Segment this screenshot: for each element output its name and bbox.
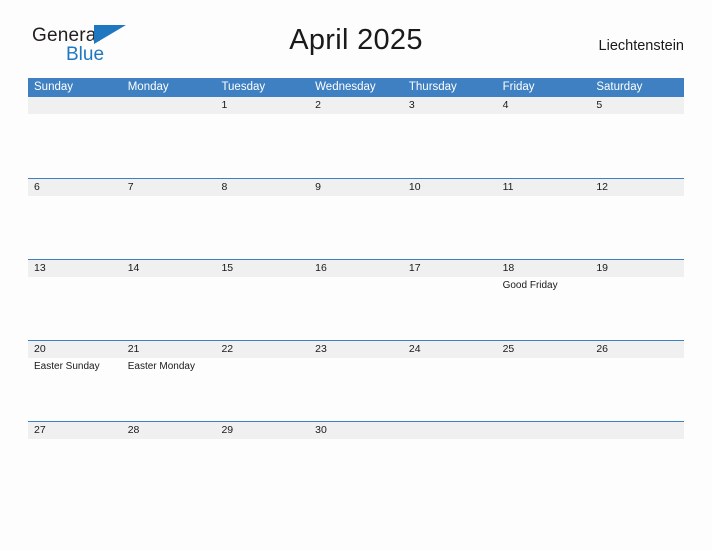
week-cells: 6 7 8 9 10 11 12 — [28, 179, 684, 259]
day-cell-10[interactable]: 10 — [403, 179, 497, 259]
day-number: 2 — [315, 99, 321, 111]
day-number: 15 — [221, 262, 234, 274]
weekday-header-saturday: Saturday — [596, 81, 643, 93]
calendar-week-row: 1 2 3 4 5 — [28, 97, 684, 178]
day-number: 20 — [34, 343, 46, 355]
weekday-header-friday: Friday — [502, 81, 535, 93]
day-number: 26 — [596, 343, 608, 355]
day-cell-empty — [497, 422, 591, 502]
day-number: 17 — [408, 262, 421, 274]
day-cell-15[interactable]: 15 — [215, 260, 309, 340]
day-cell-19[interactable]: 19 — [590, 260, 684, 340]
day-cell-7[interactable]: 7 — [122, 179, 216, 259]
day-cell-3[interactable]: 3 — [403, 97, 497, 178]
day-number: 4 — [502, 99, 509, 111]
day-number — [503, 423, 586, 439]
day-number: 23 — [315, 343, 327, 355]
day-events: Good Friday — [503, 279, 586, 292]
event-label: Good Friday — [502, 280, 558, 291]
day-number — [34, 98, 117, 114]
day-number: 27 — [34, 424, 46, 436]
day-number — [128, 98, 211, 114]
day-number: 22 — [221, 343, 234, 355]
page-title: April 2025 — [289, 24, 423, 56]
day-cell-21[interactable]: 21 Easter Monday — [122, 341, 216, 421]
weekday-header-wednesday: Wednesday — [315, 81, 376, 93]
week-cells: 1 2 3 4 5 — [28, 97, 684, 178]
day-cell-1[interactable]: 1 — [215, 97, 309, 178]
day-number — [409, 423, 492, 439]
day-number: 13 — [34, 262, 46, 274]
day-number: 11 — [502, 181, 514, 193]
day-cell-29[interactable]: 29 — [215, 422, 309, 502]
day-cell-4[interactable]: 4 — [497, 97, 591, 178]
calendar-grid: Sunday Monday Tuesday Wednesday Thursday Frid… — [28, 78, 684, 502]
week-cells: 13 14 15 16 17 18 Good Friday 19 — [28, 260, 684, 340]
day-number: 28 — [127, 424, 140, 436]
day-number: 19 — [596, 262, 608, 274]
day-number: 9 — [315, 181, 321, 193]
calendar-weeks: 1 2 3 4 5 6 7 8 9 10 11 12 13 14 15 16 17 18 Good Friday 19… — [28, 97, 684, 502]
weekday-header-row: Sunday Monday Tuesday Wednesday Thursday Frid… — [28, 78, 684, 97]
day-events: Easter Sunday — [34, 360, 117, 373]
day-cell-22[interactable]: 22 — [215, 341, 309, 421]
day-number: 18 — [502, 262, 515, 274]
calendar-week-row: 27 28 29 30 — [28, 421, 684, 502]
event-label: Easter Monday — [127, 361, 195, 372]
day-cell-17[interactable]: 17 — [403, 260, 497, 340]
event-label: Easter Sunday — [34, 361, 100, 372]
day-cell-20[interactable]: 20 Easter Sunday — [28, 341, 122, 421]
day-cell-23[interactable]: 23 — [309, 341, 403, 421]
day-cell-12[interactable]: 12 — [590, 179, 684, 259]
day-number: 24 — [408, 343, 421, 355]
day-cell-empty — [403, 422, 497, 502]
day-cell-11[interactable]: 11 — [497, 179, 591, 259]
day-number: 7 — [127, 181, 134, 193]
page-header: General Blue April 2025 Liechtenstein — [28, 0, 684, 64]
weekday-header-tuesday: Tuesday — [221, 81, 266, 93]
day-cell-30[interactable]: 30 — [309, 422, 403, 502]
weekday-header-thursday: Thursday — [408, 81, 457, 93]
day-number: 5 — [596, 99, 603, 111]
day-number: 10 — [408, 181, 421, 193]
day-number: 6 — [34, 181, 40, 193]
day-number: 14 — [127, 262, 140, 274]
day-cell-24[interactable]: 24 — [403, 341, 497, 421]
calendar-week-row: 20 Easter Sunday 21 Easter Monday 22 23 24 25 26 — [28, 340, 684, 421]
weekday-header-sunday: Sunday — [34, 81, 74, 93]
day-cell-25[interactable]: 25 — [497, 341, 591, 421]
day-cell-6[interactable]: 6 — [28, 179, 122, 259]
day-cell-13[interactable]: 13 — [28, 260, 122, 340]
day-cell-27[interactable]: 27 — [28, 422, 122, 502]
day-cell-28[interactable]: 28 — [122, 422, 216, 502]
day-number: 21 — [127, 343, 140, 355]
calendar-week-row: 13 14 15 16 17 18 Good Friday 19 — [28, 259, 684, 340]
day-number: 12 — [596, 181, 608, 193]
day-number: 30 — [315, 424, 327, 436]
day-cell-empty — [122, 97, 216, 178]
day-cell-5[interactable]: 5 — [590, 97, 684, 178]
day-number — [596, 423, 679, 439]
day-cell-14[interactable]: 14 — [122, 260, 216, 340]
day-cell-26[interactable]: 26 — [590, 341, 684, 421]
day-number: 3 — [408, 99, 415, 111]
day-number: 8 — [221, 181, 228, 193]
day-number: 1 — [221, 99, 228, 111]
day-cell-9[interactable]: 9 — [309, 179, 403, 259]
day-cell-empty — [28, 97, 122, 178]
day-cell-8[interactable]: 8 — [215, 179, 309, 259]
week-cells: 27 28 29 30 — [28, 422, 684, 502]
calendar-week-row: 6 7 8 9 10 11 12 — [28, 178, 684, 259]
day-cell-18[interactable]: 18 Good Friday — [497, 260, 591, 340]
day-cell-16[interactable]: 16 — [309, 260, 403, 340]
region-label: Liechtenstein — [598, 38, 684, 54]
week-cells: 20 Easter Sunday 21 Easter Monday 22 23 24 25 26 — [28, 341, 684, 421]
day-events: Easter Monday — [128, 360, 211, 373]
day-number: 25 — [502, 343, 515, 355]
weekday-header-monday: Monday — [127, 81, 169, 93]
day-cell-empty — [590, 422, 684, 502]
day-cell-2[interactable]: 2 — [309, 97, 403, 178]
day-number: 29 — [221, 424, 234, 436]
day-number: 16 — [315, 262, 327, 274]
